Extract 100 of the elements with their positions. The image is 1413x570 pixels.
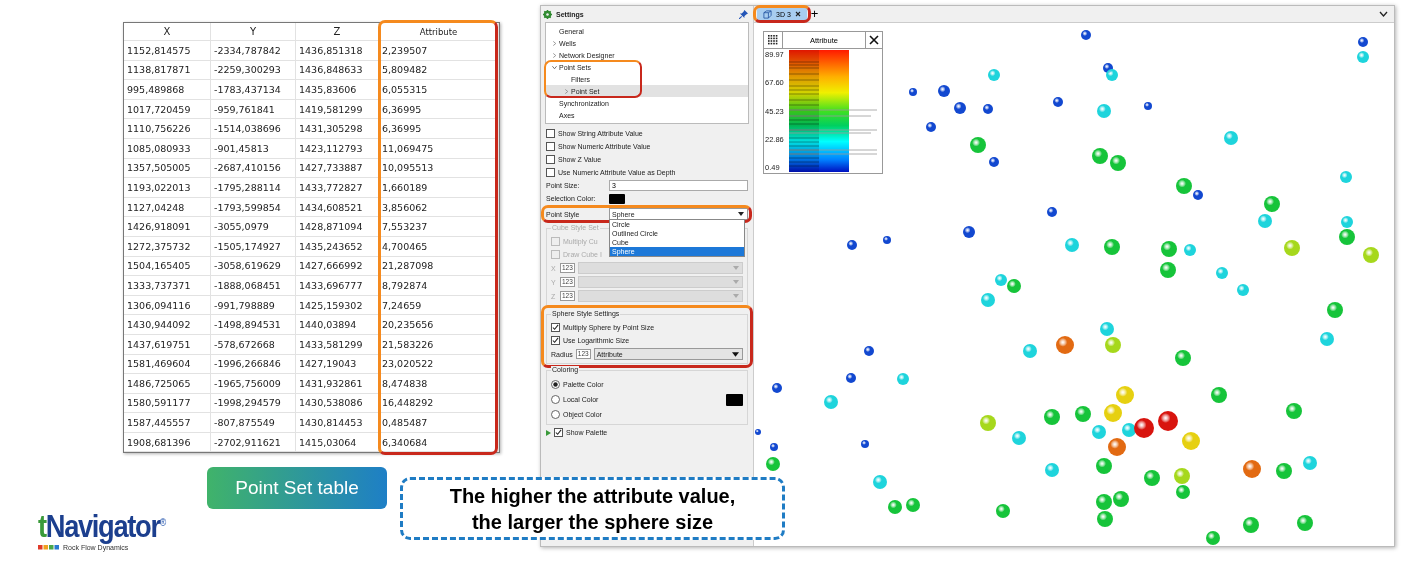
table-cell: -959,761841 [211,99,296,120]
table-cell: -1514,038696 [211,119,296,139]
table-cell: 8,792874 [379,276,499,296]
checkbox[interactable] [551,237,560,246]
table-cell: -3055,0979 [211,217,296,237]
table-cell: 1415,03064 [296,432,379,453]
table-cell: 1427,19043 [296,354,379,375]
table-cell: 1435,83606 [296,80,379,100]
table-cell: 1486,725065 [124,374,211,394]
expand-arrow-icon[interactable] [546,429,551,436]
checkbox[interactable] [551,250,560,259]
table-cell: 1127,04248 [124,197,211,218]
table-cell: 1357,505005 [124,158,211,179]
table-cell: 1193,022013 [124,178,211,198]
table-cell: 2,239507 [379,41,499,61]
table-cell: 6,055315 [379,80,499,100]
pin-icon[interactable] [739,9,748,19]
checkbox[interactable] [546,142,555,151]
table-cell: 1426,918091 [124,217,211,237]
color-swatch[interactable] [726,393,743,406]
table-cell: 1435,243652 [296,236,379,257]
logo-wordmark: tNavigator$^{®}$ [38,508,168,544]
table-cell: -1505,174927 [211,236,296,257]
table-cell: 1434,608521 [296,197,379,218]
table-cell: -901,45813 [211,138,296,159]
table-cell: 23,020522 [379,354,499,375]
table-cell: 7,553237 [379,217,499,237]
column-header: Attribute [379,23,499,41]
table-cell: 3,856062 [379,197,499,218]
table-cell: -578,672668 [211,334,296,355]
color-squares-icon [38,544,60,550]
table-cell: -1498,894531 [211,315,296,335]
table-cell: 1430,814453 [296,413,379,433]
table-cell: 6,36995 [379,119,499,139]
radio-button[interactable] [551,395,560,404]
table-cell: 1427,666992 [296,256,379,277]
table-cell: 1427,733887 [296,158,379,179]
cube-icon [763,9,772,19]
checkbox[interactable] [546,168,555,177]
table-cell: 1419,581299 [296,99,379,120]
table-cell: 21,287098 [379,256,499,277]
callout-note: The higher the attribute value, the larger the sphere size [400,477,785,540]
highlight-frame [753,5,811,23]
table-cell: -1793,599854 [211,197,296,218]
table-cell: 6,36995 [379,99,499,120]
table-cell: 1428,871094 [296,217,379,237]
table-cell: -1996,266846 [211,354,296,375]
table-cell: 10,095513 [379,158,499,179]
close-icon[interactable] [865,32,882,48]
checkbox[interactable] [546,129,555,138]
table-cell: 1272,375732 [124,236,211,257]
table-cell: 7,24659 [379,295,499,316]
color-swatch[interactable] [609,193,625,204]
checkbox[interactable] [546,155,555,164]
dropdown-arrow-icon [733,280,739,284]
table-cell: 16,448292 [379,393,499,414]
table-cell: -1783,437134 [211,80,296,100]
column-header: Z [296,23,379,41]
table-cell: 1430,538086 [296,393,379,414]
checkbox[interactable] [554,428,563,437]
table-cell: 1431,932861 [296,374,379,394]
chevron-down-icon [552,64,557,70]
table-cell: 4,700465 [379,236,499,257]
table-cell: 21,583226 [379,334,499,355]
radio-button[interactable] [551,380,560,389]
table-cell: 1138,817871 [124,60,211,81]
close-icon[interactable] [794,11,801,17]
table-cell: 5,809482 [379,60,499,81]
table-cell: 1436,848633 [296,60,379,81]
dropdown-arrow-icon [732,351,739,357]
radio-button[interactable] [551,410,560,419]
dropdown-arrow-icon [733,266,739,270]
table-cell: 20,235656 [379,315,499,335]
table-cell: -2687,410156 [211,158,296,179]
chevron-down-icon[interactable] [1379,11,1388,17]
table-cell: 6,340684 [379,432,499,453]
table-cell: 1306,094116 [124,295,211,316]
table-cell: -1795,288114 [211,178,296,198]
checkbox[interactable] [551,323,560,332]
table-cell: 1433,772827 [296,178,379,198]
table-cell: 1437,619751 [124,334,211,355]
table-cell: 8,474838 [379,374,499,394]
table-cell: 1152,814575 [124,41,211,61]
checkbox[interactable] [551,336,560,345]
table-cell: 995,489868 [124,80,211,100]
table-cell: -2702,911621 [211,432,296,453]
table-cell: 1587,445557 [124,413,211,433]
table-cell: 1430,944092 [124,315,211,335]
dropdown-arrow-icon [733,294,739,298]
table-cell: -2259,300293 [211,60,296,81]
column-header: Y [211,23,296,41]
table-cell: -807,875549 [211,413,296,433]
table-cell: -1998,294579 [211,393,296,414]
add-tab-button[interactable]: + [810,8,819,20]
table-cell: -991,798889 [211,295,296,316]
table-cell: 1085,080933 [124,138,211,159]
column-header: X [124,23,211,41]
table-cell: 11,069475 [379,138,499,159]
table-cell: 1436,851318 [296,41,379,61]
table-cell: 1433,581299 [296,334,379,355]
